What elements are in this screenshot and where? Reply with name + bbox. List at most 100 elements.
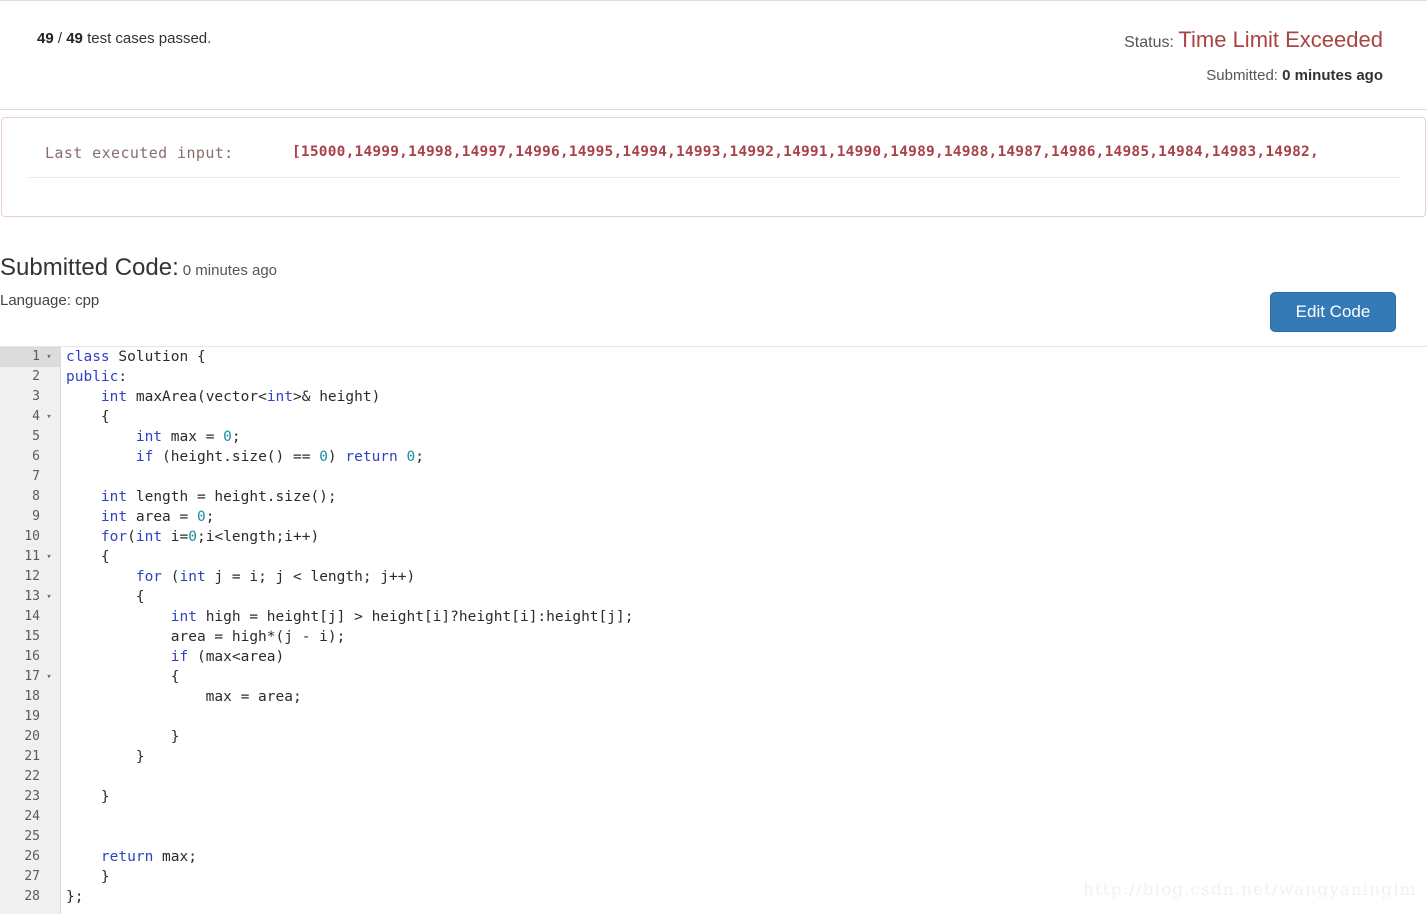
editor-gutter[interactable]: 1 ▾ 2 3 4 ▾ 5 6 7 8 9 10 11 ▾ 12 13 ▾ 14 15 16 17 ▾ 18 19 20 21 22…: [0, 347, 61, 914]
gutter-line-number[interactable]: 11 ▾: [0, 547, 60, 567]
code-line[interactable]: }: [62, 727, 1427, 747]
gutter-line-number[interactable]: 6: [0, 447, 60, 467]
gutter-line-number[interactable]: 14: [0, 607, 60, 627]
code-token: {: [66, 589, 145, 605]
gutter-line-number[interactable]: 17 ▾: [0, 667, 60, 687]
code-line[interactable]: {: [62, 587, 1427, 607]
gutter-line-number[interactable]: 8: [0, 487, 60, 507]
gutter-line-number[interactable]: 23: [0, 787, 60, 807]
code-token: (max<area): [188, 649, 285, 665]
code-editor[interactable]: 1 ▾ 2 3 4 ▾ 5 6 7 8 9 10 11 ▾ 12 13 ▾ 14 15 16 17 ▾ 18 19 20 21 22…: [0, 346, 1427, 914]
code-token: 0: [406, 449, 416, 465]
fold-arrow-icon[interactable]: ▾: [43, 587, 55, 607]
code-token: }: [66, 749, 145, 765]
code-token: ;i<length;i++): [197, 529, 320, 545]
testcases-separator: /: [53, 30, 67, 47]
code-line[interactable]: public:: [62, 367, 1427, 387]
code-token: :: [118, 369, 128, 385]
code-token: {: [66, 549, 110, 565]
code-line[interactable]: for(int i=0;i<length;i++): [62, 527, 1427, 547]
code-line[interactable]: }: [62, 787, 1427, 807]
gutter-line-number[interactable]: 13 ▾: [0, 587, 60, 607]
fold-arrow-icon[interactable]: ▾: [43, 667, 55, 687]
code-line[interactable]: area = high*(j - i);: [62, 627, 1427, 647]
gutter-line-number[interactable]: 25: [0, 827, 60, 847]
code-token: 0: [319, 449, 328, 465]
code-line[interactable]: [62, 707, 1427, 727]
language-row: Language: cpp: [0, 292, 100, 309]
code-token: high = height[j] > height[i]?height[i]:h…: [196, 609, 634, 625]
code-line[interactable]: int high = height[j] > height[i]?height[…: [62, 607, 1427, 627]
code-token: int: [135, 529, 163, 545]
code-line[interactable]: max = area;: [62, 687, 1427, 707]
gutter-line-number[interactable]: 12: [0, 567, 60, 587]
last-executed-input-label: Last executed input:: [45, 144, 234, 162]
gutter-line-number[interactable]: 18: [0, 687, 60, 707]
fold-arrow-icon[interactable]: ▾: [43, 407, 55, 427]
code-line[interactable]: }: [62, 747, 1427, 767]
gutter-line-number[interactable]: 26: [0, 847, 60, 867]
code-token: ;: [415, 449, 424, 465]
submitted-code-time: 0 minutes ago: [182, 262, 278, 279]
code-line[interactable]: int area = 0;: [62, 507, 1427, 527]
gutter-line-number[interactable]: 15: [0, 627, 60, 647]
code-line[interactable]: int max = 0;: [62, 427, 1427, 447]
code-token: int: [100, 489, 128, 505]
last-executed-input-panel: Last executed input: [15000,14999,14998,…: [1, 117, 1426, 217]
gutter-line-number[interactable]: 10: [0, 527, 60, 547]
code-token: if: [135, 449, 154, 465]
code-line[interactable]: for (int j = i; j < length; j++): [62, 567, 1427, 587]
last-executed-input-value[interactable]: [15000,14999,14998,14997,14996,14995,149…: [292, 144, 1422, 160]
gutter-line-number[interactable]: 27: [0, 867, 60, 887]
code-line[interactable]: {: [62, 407, 1427, 427]
fold-arrow-icon[interactable]: ▾: [43, 547, 55, 567]
gutter-line-number[interactable]: 1 ▾: [0, 347, 60, 367]
code-token: int: [266, 389, 294, 405]
code-line[interactable]: };: [62, 887, 1427, 907]
code-line[interactable]: [62, 467, 1427, 487]
code-line[interactable]: [62, 807, 1427, 827]
gutter-line-number[interactable]: 9: [0, 507, 60, 527]
code-token: int: [179, 569, 206, 585]
status-label: Status:: [1124, 34, 1174, 51]
code-line[interactable]: {: [62, 547, 1427, 567]
editor-code-area[interactable]: class Solution {public: int maxArea(vect…: [62, 347, 1427, 914]
code-line[interactable]: [62, 827, 1427, 847]
code-line[interactable]: if (height.size() == 0) return 0;: [62, 447, 1427, 467]
code-token: j = i; j < length; j++): [205, 569, 416, 585]
code-token: max = area;: [66, 689, 302, 705]
gutter-line-number[interactable]: 16: [0, 647, 60, 667]
code-line[interactable]: [62, 767, 1427, 787]
gutter-line-number[interactable]: 21: [0, 747, 60, 767]
code-token: }: [66, 789, 110, 805]
code-line[interactable]: int length = height.size();: [62, 487, 1427, 507]
submission-result-panel: 49 / 49 test cases passed. Status: Time …: [0, 0, 1427, 110]
gutter-line-number[interactable]: 20: [0, 727, 60, 747]
code-token: return: [100, 849, 154, 865]
edit-code-button[interactable]: Edit Code: [1270, 292, 1396, 332]
code-line[interactable]: return max;: [62, 847, 1427, 867]
gutter-line-number[interactable]: 5: [0, 427, 60, 447]
gutter-line-number[interactable]: 4 ▾: [0, 407, 60, 427]
gutter-line-number[interactable]: 28: [0, 887, 60, 907]
testcases-total-count: 49: [66, 30, 83, 47]
gutter-line-number[interactable]: 22: [0, 767, 60, 787]
code-token: >& height): [293, 389, 381, 405]
fold-arrow-icon[interactable]: ▾: [43, 347, 55, 367]
code-token: ;: [205, 509, 215, 525]
code-line[interactable]: }: [62, 867, 1427, 887]
code-line[interactable]: int maxArea(vector<int>& height): [62, 387, 1427, 407]
code-line[interactable]: {: [62, 667, 1427, 687]
gutter-line-number[interactable]: 7: [0, 467, 60, 487]
gutter-line-number[interactable]: 24: [0, 807, 60, 827]
code-line[interactable]: if (max<area): [62, 647, 1427, 667]
code-token: i=: [162, 529, 189, 545]
code-line[interactable]: class Solution {: [62, 347, 1427, 367]
code-token: 0: [223, 429, 232, 445]
gutter-line-number[interactable]: 19: [0, 707, 60, 727]
gutter-line-number[interactable]: 2: [0, 367, 60, 387]
gutter-line-number[interactable]: 3: [0, 387, 60, 407]
